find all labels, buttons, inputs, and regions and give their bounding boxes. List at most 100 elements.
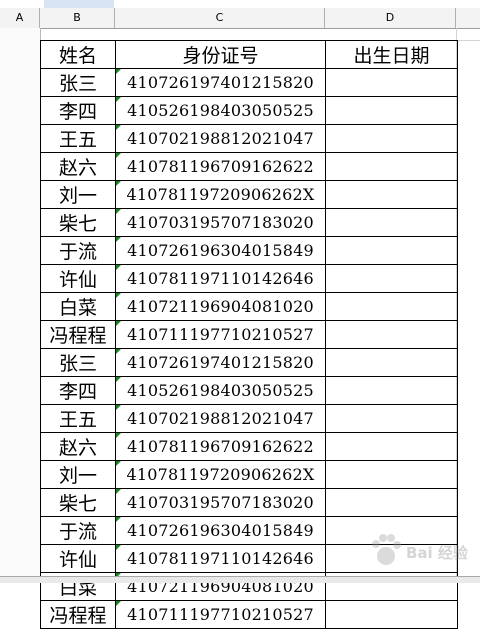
name-cell[interactable]: 于流 <box>40 236 116 265</box>
error-indicator-icon <box>116 601 121 606</box>
id-number-text: 410781197110142646 <box>127 269 314 288</box>
id-number-text: 410726196304015849 <box>127 521 314 540</box>
birth-date-cell[interactable] <box>325 320 458 349</box>
id-number-text: 410781196709162622 <box>127 437 314 456</box>
table-row: 张三 410726197401215820 <box>40 68 458 97</box>
birth-date-cell[interactable] <box>325 68 458 97</box>
table-row: 冯程程 410711197710210527 <box>40 320 458 349</box>
id-number-cell[interactable]: 410781196709162622 <box>115 152 326 181</box>
birth-date-cell[interactable] <box>325 96 458 125</box>
row-header-strip <box>0 28 41 578</box>
id-number-text: 410711197710210527 <box>127 325 314 344</box>
id-number-text: 410726196304015849 <box>127 241 314 260</box>
name-cell[interactable]: 柴七 <box>40 488 116 517</box>
name-cell[interactable]: 白菜 <box>40 292 116 321</box>
birth-date-cell[interactable] <box>325 180 458 209</box>
id-number-cell[interactable]: 410726196304015849 <box>115 516 326 545</box>
id-number-text: 41078119720906262X <box>126 465 315 484</box>
table-row: 赵六 410781196709162622 <box>40 152 458 181</box>
error-indicator-icon <box>116 405 121 410</box>
id-number-cell[interactable]: 41078119720906262X <box>115 460 326 489</box>
id-number-cell[interactable]: 410781197110142646 <box>115 264 326 293</box>
birth-date-cell[interactable] <box>325 404 458 433</box>
name-cell[interactable]: 赵六 <box>40 432 116 461</box>
id-number-cell[interactable]: 410781197110142646 <box>115 544 326 573</box>
birth-date-cell[interactable] <box>325 292 458 321</box>
error-indicator-icon <box>116 349 121 354</box>
column-headers: A B C D <box>0 8 480 29</box>
error-indicator-icon <box>116 517 121 522</box>
birth-date-cell[interactable] <box>325 460 458 489</box>
table-row: 于流 410726196304015849 <box>40 236 458 265</box>
id-number-cell[interactable]: 410781196709162622 <box>115 432 326 461</box>
header-name-cell[interactable]: 姓名 <box>40 40 116 69</box>
name-cell[interactable]: 许仙 <box>40 264 116 293</box>
table-row: 刘一 41078119720906262X <box>40 460 458 489</box>
id-number-text: 410702198812021047 <box>127 129 314 148</box>
id-number-cell[interactable]: 410711197710210527 <box>115 320 326 349</box>
birth-date-cell[interactable] <box>325 152 458 181</box>
name-cell[interactable]: 冯程程 <box>40 320 116 349</box>
id-number-cell[interactable]: 410726197401215820 <box>115 348 326 377</box>
column-header-b[interactable]: B <box>40 8 115 28</box>
birth-date-cell[interactable] <box>325 432 458 461</box>
table-row: 赵六 410781196709162622 <box>40 432 458 461</box>
birth-date-cell[interactable] <box>325 348 458 377</box>
name-cell[interactable]: 刘一 <box>40 180 116 209</box>
table-row: 白菜 410721196904081020 <box>40 292 458 321</box>
header-id-cell[interactable]: 身份证号 <box>115 40 326 69</box>
name-cell[interactable]: 张三 <box>40 68 116 97</box>
id-number-cell[interactable]: 410702198812021047 <box>115 124 326 153</box>
error-indicator-icon <box>116 265 121 270</box>
table-row: 李四 410526198403050525 <box>40 96 458 125</box>
table-row: 柴七 410703195707183020 <box>40 488 458 517</box>
birth-date-cell[interactable] <box>325 264 458 293</box>
name-cell[interactable]: 张三 <box>40 348 116 377</box>
header-birth-cell[interactable]: 出生日期 <box>325 40 458 69</box>
error-indicator-icon <box>116 181 121 186</box>
error-indicator-icon <box>116 433 121 438</box>
name-cell[interactable]: 李四 <box>40 96 116 125</box>
table-row: 王五 410702198812021047 <box>40 404 458 433</box>
id-number-text: 410711197710210527 <box>127 605 314 624</box>
id-number-cell[interactable]: 410702198812021047 <box>115 404 326 433</box>
name-cell[interactable]: 冯程程 <box>40 600 116 629</box>
error-indicator-icon <box>116 153 121 158</box>
name-cell[interactable]: 王五 <box>40 124 116 153</box>
id-number-text: 410703195707183020 <box>127 213 314 232</box>
name-cell[interactable]: 王五 <box>40 404 116 433</box>
id-number-cell[interactable]: 410726196304015849 <box>115 236 326 265</box>
id-number-text: 410781196709162622 <box>127 157 314 176</box>
birth-date-cell[interactable] <box>325 376 458 405</box>
error-indicator-icon <box>116 321 121 326</box>
id-number-cell[interactable]: 41078119720906262X <box>115 180 326 209</box>
name-cell[interactable]: 赵六 <box>40 152 116 181</box>
birth-date-cell[interactable] <box>325 236 458 265</box>
id-number-cell[interactable]: 410526198403050525 <box>115 96 326 125</box>
name-cell[interactable]: 柴七 <box>40 208 116 237</box>
column-header-a[interactable]: A <box>0 8 40 28</box>
id-number-cell[interactable]: 410726197401215820 <box>115 68 326 97</box>
birth-date-cell[interactable] <box>325 600 458 629</box>
name-cell[interactable]: 刘一 <box>40 460 116 489</box>
id-number-cell[interactable]: 410711197710210527 <box>115 600 326 629</box>
birth-date-cell[interactable] <box>325 124 458 153</box>
id-number-cell[interactable]: 410703195707183020 <box>115 488 326 517</box>
error-indicator-icon <box>116 97 121 102</box>
birth-date-cell[interactable] <box>325 488 458 517</box>
baidu-watermark: Bai 经验 <box>368 532 468 572</box>
id-number-text: 410702198812021047 <box>127 409 314 428</box>
column-header-c[interactable]: C <box>115 8 325 28</box>
id-number-cell[interactable]: 410703195707183020 <box>115 208 326 237</box>
id-number-text: 410781197110142646 <box>127 549 314 568</box>
name-cell[interactable]: 李四 <box>40 376 116 405</box>
error-indicator-icon <box>116 377 121 382</box>
id-number-cell[interactable]: 410526198403050525 <box>115 376 326 405</box>
error-indicator-icon <box>116 125 121 130</box>
name-cell[interactable]: 许仙 <box>40 544 116 573</box>
id-number-cell[interactable]: 410721196904081020 <box>115 292 326 321</box>
column-header-d[interactable]: D <box>325 8 456 28</box>
toolbar-strip <box>0 0 480 9</box>
name-cell[interactable]: 于流 <box>40 516 116 545</box>
birth-date-cell[interactable] <box>325 208 458 237</box>
